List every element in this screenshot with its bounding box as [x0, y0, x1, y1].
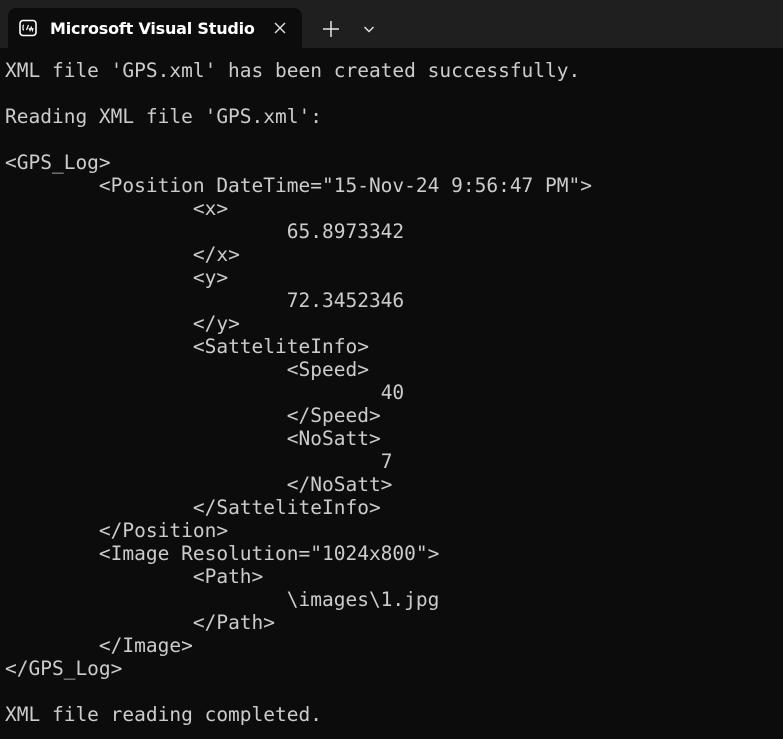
console-line: </Image> [5, 634, 193, 657]
console-line: </SatteliteInfo> [5, 496, 381, 519]
tab-title: Microsoft Visual Studio [50, 18, 255, 38]
console-line: XML file 'GPS.xml' has been created succ… [5, 59, 581, 82]
console-line: </Speed> [5, 404, 381, 427]
console-line: </GPS_Log> [5, 657, 123, 680]
console-line: <NoSatt> [5, 427, 381, 450]
console-line: </Path> [5, 611, 276, 634]
console-line: <Position DateTime="15-Nov-24 9:56:47 PM… [5, 174, 593, 197]
close-icon[interactable] [270, 18, 290, 38]
console-icon [18, 18, 38, 38]
console-line: <Speed> [5, 358, 369, 381]
chevron-down-icon [363, 23, 375, 35]
console-line: XML file reading completed. [5, 703, 322, 726]
console-line: 72.3452346 [5, 289, 405, 312]
console-output[interactable]: XML file 'GPS.xml' has been created succ… [5, 59, 783, 739]
tab-microsoft-visual-studio[interactable]: Microsoft Visual Studio [8, 8, 302, 48]
console-line: <SatteliteInfo> [5, 335, 369, 358]
console-line: </y> [5, 312, 240, 335]
console-line: <y> [5, 266, 229, 289]
tab-dropdown-button[interactable] [356, 14, 382, 44]
console-line: <x> [5, 197, 229, 220]
console-line: <GPS_Log> [5, 151, 111, 174]
console-line: <Path> [5, 565, 264, 588]
plus-icon [321, 19, 341, 39]
console-line: </x> [5, 243, 240, 266]
console-line: </NoSatt> [5, 473, 393, 496]
title-bar: Microsoft Visual Studio [0, 0, 783, 48]
console-line: </Position> [5, 519, 229, 542]
new-tab-button[interactable] [316, 14, 346, 44]
terminal-window: Microsoft Visual Studio XML file 'GPS.xm [0, 0, 783, 739]
console-line: 7 [5, 450, 393, 473]
console-line: \images\1.jpg [5, 588, 440, 611]
console-line: Reading XML file 'GPS.xml': [5, 105, 322, 128]
console-line: 65.8973342 [5, 220, 405, 243]
console-line: <Image Resolution="1024x800"> [5, 542, 440, 565]
console-line: 40 [5, 381, 405, 404]
